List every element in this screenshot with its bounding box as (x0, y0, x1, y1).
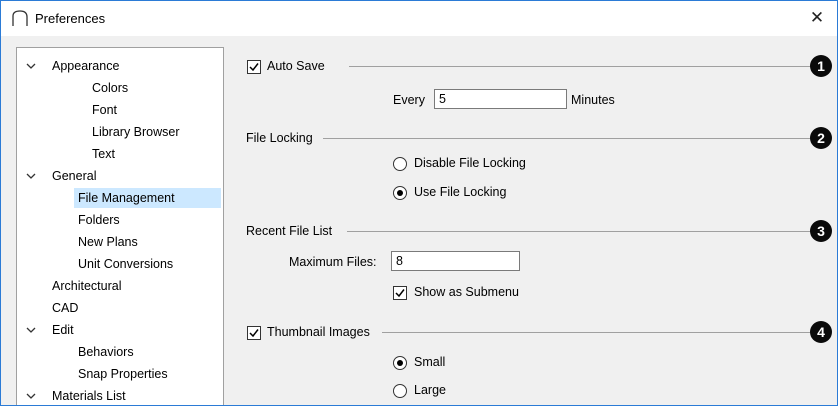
tree-item-appearance[interactable]: Appearance (17, 56, 221, 76)
radio-selected-dot (397, 360, 403, 366)
maximum-files-label: Maximum Files: (289, 255, 377, 269)
tree-item-general[interactable]: General (17, 166, 221, 186)
tree-item-colors[interactable]: Colors (17, 78, 221, 98)
thumbnail-images-label[interactable]: Thumbnail Images (267, 324, 370, 340)
section-divider (323, 138, 811, 139)
tree-item-label: General (52, 169, 97, 183)
tree-item-label: Behaviors (78, 345, 134, 359)
recent-file-list-heading: Recent File List (246, 224, 333, 238)
tree-item-text[interactable]: Text (17, 144, 221, 164)
tree-item-label: Snap Properties (78, 367, 168, 381)
tree-item-label: Library Browser (92, 125, 180, 139)
tree-item-font[interactable]: Font (17, 100, 221, 120)
section-divider (347, 231, 811, 232)
close-icon: ✕ (809, 8, 825, 27)
title-bar: Preferences ✕ (1, 1, 837, 36)
callout-badge-4: 4 (810, 321, 832, 343)
chevron-down-icon[interactable] (26, 391, 36, 401)
show-as-submenu-label[interactable]: Show as Submenu (414, 284, 519, 300)
tree-item-label: New Plans (78, 235, 138, 249)
dialog-title: Preferences (35, 11, 106, 26)
tree-item-label: Text (92, 147, 115, 161)
tree-item-label: Folders (78, 213, 120, 227)
every-label: Every (393, 93, 425, 107)
thumbnail-small-radio[interactable] (393, 356, 407, 370)
maximum-files-input[interactable] (391, 251, 520, 271)
tree-item-file-management[interactable]: File Management (74, 188, 221, 208)
preferences-dialog: Preferences ✕ Appearance Colors Font Lib… (0, 0, 838, 406)
tree-item-label: Colors (92, 81, 129, 95)
checkmark-icon (249, 329, 259, 338)
auto-save-interval-input[interactable] (434, 89, 567, 109)
tree-item-label: Font (92, 103, 118, 117)
use-file-locking-radio[interactable] (393, 186, 407, 200)
arch-icon (12, 10, 28, 26)
tree-item-label: Materials List (52, 389, 126, 403)
tree-item-label: Appearance (52, 59, 120, 73)
callout-badge-2: 2 (810, 127, 832, 149)
tree-item-edit[interactable]: Edit (17, 320, 221, 340)
disable-file-locking-label[interactable]: Disable File Locking (414, 155, 526, 171)
tree-item-snap-properties[interactable]: Snap Properties (17, 364, 221, 384)
radio-selected-dot (397, 190, 403, 196)
tree-item-unit-conversions[interactable]: Unit Conversions (17, 254, 221, 274)
tree-item-new-plans[interactable]: New Plans (17, 232, 221, 252)
thumbnail-small-label[interactable]: Small (414, 354, 445, 370)
use-file-locking-label[interactable]: Use File Locking (414, 184, 506, 200)
tree-item-library-browser[interactable]: Library Browser (17, 122, 221, 142)
chevron-down-icon[interactable] (26, 325, 36, 335)
tree-item-label: Unit Conversions (78, 257, 174, 271)
chevron-down-icon[interactable] (26, 61, 36, 71)
checkmark-icon (249, 63, 259, 72)
tree-item-label: Edit (52, 323, 74, 337)
tree-item-label: CAD (52, 301, 79, 315)
file-locking-heading: File Locking (246, 131, 313, 145)
section-divider (382, 332, 811, 333)
tree-item-behaviors[interactable]: Behaviors (17, 342, 221, 362)
minutes-label: Minutes (571, 93, 615, 107)
chevron-down-icon[interactable] (26, 171, 36, 181)
close-button[interactable]: ✕ (805, 7, 829, 29)
tree-item-label: File Management (78, 191, 175, 205)
callout-badge-1: 1 (810, 55, 832, 77)
show-as-submenu-checkbox[interactable] (393, 286, 407, 300)
tree-item-cad[interactable]: CAD (17, 298, 221, 318)
thumbnail-large-label[interactable]: Large (414, 382, 446, 398)
auto-save-checkbox[interactable] (247, 60, 261, 74)
thumbnail-large-radio[interactable] (393, 384, 407, 398)
disable-file-locking-radio[interactable] (393, 157, 407, 171)
thumbnail-images-checkbox[interactable] (247, 326, 261, 340)
auto-save-label[interactable]: Auto Save (267, 58, 325, 74)
callout-badge-3: 3 (810, 220, 832, 242)
tree-item-architectural[interactable]: Architectural (17, 276, 221, 296)
checkmark-icon (395, 289, 405, 298)
section-divider (349, 66, 811, 67)
tree-item-materials-list[interactable]: Materials List (17, 386, 221, 405)
tree-item-folders[interactable]: Folders (17, 210, 221, 230)
tree-item-label: Architectural (52, 279, 122, 293)
category-tree[interactable]: Appearance Colors Font Library Browser T… (16, 47, 224, 405)
